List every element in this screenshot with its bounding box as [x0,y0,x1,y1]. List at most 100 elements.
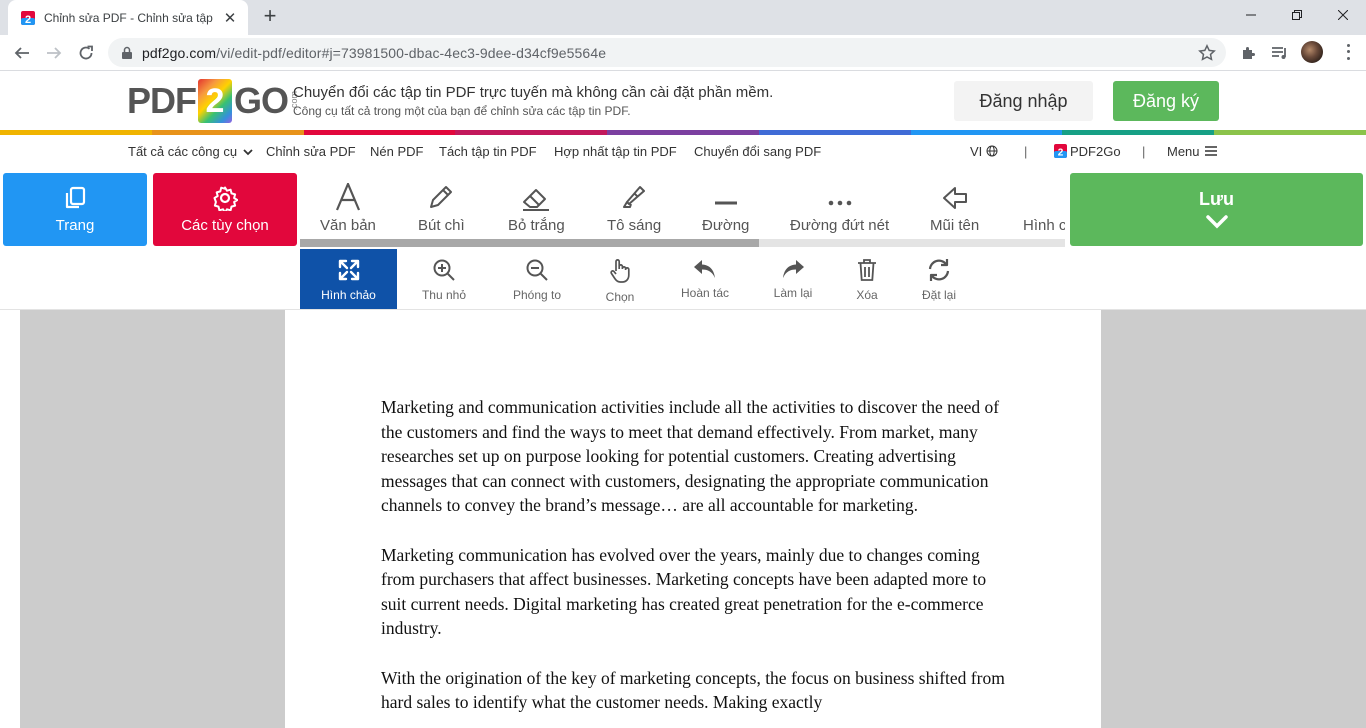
restore-icon[interactable] [1274,0,1320,30]
tagline: Chuyển đổi các tập tin PDF trực tuyến mà… [293,84,773,118]
tool-arrow-label: Mũi tên [930,217,980,234]
nav-language[interactable]: VI [970,144,998,159]
nav-compress-pdf[interactable]: Nén PDF [370,144,423,159]
options-button[interactable]: Các tùy chọn [153,173,297,246]
select-button[interactable]: Chọn [594,249,646,309]
nav-pdf2go-label: PDF2Go [1070,144,1121,159]
undo-arrow-icon [694,260,715,278]
minimize-icon[interactable] [1228,0,1274,30]
redo-label: Làm lại [773,286,813,300]
globe-icon [986,145,998,157]
signup-button[interactable]: Đăng ký [1113,81,1219,121]
zoom-out-button[interactable]: Thu nhỏ [407,249,481,309]
hamburger-icon [1205,146,1218,156]
nav-menu[interactable]: Menu [1167,144,1218,159]
nav-merge-pdf[interactable]: Hợp nhất tập tin PDF [554,144,677,159]
redo-button[interactable]: Làm lại [763,249,823,309]
options-label: Các tùy chọn [181,217,269,234]
browser-tab[interactable]: 2 Chỉnh sửa PDF - Chỉnh sửa tập tin ✕ [8,0,248,35]
logo-two-badge: 2 [198,79,232,123]
media-queue-icon[interactable] [1268,41,1292,65]
tool-pencil[interactable]: Bút chì [418,181,465,234]
pdf2go-favicon-icon: 2 [21,10,35,26]
zoom-in-plus-icon [433,259,455,281]
tool-highlight[interactable]: Tô sáng [607,181,661,234]
pan-tool-button[interactable]: Hình chảo [300,249,397,309]
delete-button[interactable]: Xóa [846,249,888,309]
page-text[interactable]: Marketing and communication activities i… [381,395,1009,728]
zoom-in-button[interactable]: Phóng to [499,249,575,309]
address-toolbar: pdf2go.com/vi/edit-pdf/editor#j=73981500… [0,35,1366,71]
logo-pdf-text: PDF [127,80,197,121]
back-arrow-icon[interactable] [10,41,34,65]
tool-dashed-line[interactable]: Đường đứt nét [790,181,889,234]
url-path: /vi/edit-pdf/editor#j=73981500-dbac-4ec3… [216,44,607,61]
tool-highlight-label: Tô sáng [607,217,662,234]
tool-whiteout-label: Bỏ trắng [508,217,565,234]
extensions-puzzle-icon[interactable] [1236,41,1260,65]
tool-arrow[interactable]: Mũi tên [930,181,979,234]
pdf2go-logo[interactable]: PDF 2 GO .com [127,78,299,124]
zoom-out-minus-icon [526,259,548,281]
undo-button[interactable]: Hoàn tác [670,249,740,309]
hand-pointer-icon [610,259,630,283]
close-window-icon[interactable] [1320,0,1366,30]
lock-icon [122,46,132,59]
tools-scrollbar-thumb[interactable] [300,239,759,247]
svg-text:2: 2 [25,14,31,26]
tagline-sub: Công cụ tất cả trong một của bạn để chỉn… [293,104,631,118]
nav-edit-pdf[interactable]: Chỉnh sửa PDF [266,144,356,159]
document-viewport[interactable]: Marketing and communication activities i… [20,310,1366,728]
reset-button[interactable]: Đặt lại [914,249,964,309]
pages-button[interactable]: Trang [3,173,147,246]
reset-label: Đặt lại [921,288,956,302]
tab-title: Chỉnh sửa PDF - Chỉnh sửa tập tin [44,10,214,25]
logo-go-text: GO [234,80,289,121]
url-text: pdf2go.com/vi/edit-pdf/editor#j=73981500… [142,45,606,61]
nav-separator: | [1024,144,1028,159]
zoom-in-label: Phóng to [512,288,562,302]
tools-scrollbar[interactable] [300,239,1065,247]
pencil-icon [430,186,453,208]
window-controls [1228,0,1366,30]
chevron-down-icon [1205,215,1228,229]
save-button[interactable]: Lưu [1070,173,1363,246]
tool-line[interactable]: Đường [702,181,749,234]
new-tab-plus-icon[interactable]: + [258,5,282,29]
tool-rectangle[interactable]: Hình chữ nhật [1023,181,1065,234]
nav-all-tools-label: Tất cả các công cụ [128,144,238,159]
bookmark-star-icon[interactable] [1198,44,1216,62]
tab-close-icon[interactable]: ✕ [222,9,238,27]
highlighter-icon [623,186,646,208]
paragraph[interactable]: Marketing and communication activities i… [381,395,1009,518]
site-nav: Tất cả các công cụ Chỉnh sửa PDF Nén PDF… [0,135,1366,169]
view-toolbar: Hình chảo Thu nhỏ Phóng to Chọn Hoàn tác… [0,249,1366,310]
profile-avatar[interactable] [1301,41,1323,63]
refresh-icon [928,259,950,281]
url-bar[interactable]: pdf2go.com/vi/edit-pdf/editor#j=73981500… [108,38,1226,67]
zoom-out-label: Thu nhỏ [421,288,467,302]
forward-arrow-icon[interactable] [42,41,66,65]
nav-pdf2go[interactable]: 2 PDF2Go [1054,144,1121,159]
nav-all-tools[interactable]: Tất cả các công cụ [128,144,253,159]
nav-convert-pdf[interactable]: Chuyển đổi sang PDF [694,144,821,159]
tool-text-label: Văn bản [320,217,376,234]
paragraph[interactable]: Marketing communication has evolved over… [381,543,1009,641]
paragraph[interactable]: With the origination of the key of marke… [381,666,1009,715]
pan-arrows-icon [338,259,359,281]
reload-icon[interactable] [74,41,98,65]
tool-whiteout[interactable]: Bỏ trắng [508,181,565,234]
nav-split-pdf[interactable]: Tách tập tin PDF [439,144,537,159]
tool-pencil-label: Bút chì [418,217,465,234]
browser-menu-icon[interactable] [1340,42,1356,62]
nav-menu-label: Menu [1167,144,1200,159]
chevron-down-icon [243,149,253,156]
pdf-page[interactable]: Marketing and communication activities i… [285,310,1101,728]
trash-icon [858,259,876,281]
login-button[interactable]: Đăng nhập [954,81,1093,121]
nav-language-label: VI [970,144,983,159]
copy-pages-icon [65,186,86,209]
tool-rectangle-label: Hình chữ nhật [1023,217,1065,234]
rectangle-icon [1057,183,1065,211]
tool-text[interactable]: Văn bản [320,181,376,234]
